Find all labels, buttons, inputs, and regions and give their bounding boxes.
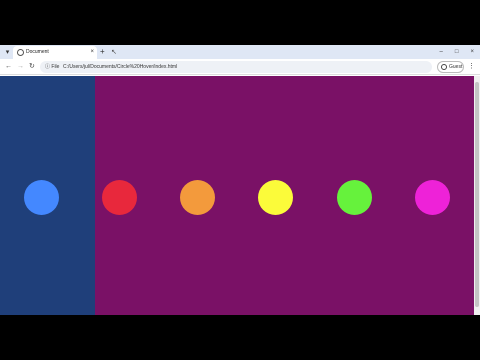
forward-button[interactable]: → xyxy=(17,62,24,72)
scrollbar-thumb[interactable] xyxy=(475,82,479,307)
minimize-button[interactable]: – xyxy=(440,47,443,57)
circle-blue[interactable] xyxy=(24,180,59,215)
new-tab-button[interactable]: + xyxy=(100,47,105,57)
vertical-scrollbar[interactable] xyxy=(474,76,480,315)
browser-window: ▾ Document × + ↖ – □ × ← → ↻ ⓘ File C:/U… xyxy=(0,45,480,315)
site-info-label[interactable]: ⓘ File xyxy=(45,63,59,71)
address-bar[interactable]: ⓘ File C:/Users/jul/Documents/Circle%20H… xyxy=(40,61,432,73)
url-text[interactable]: C:/Users/jul/Documents/Circle%20Hover/in… xyxy=(63,63,177,71)
circle-magenta[interactable] xyxy=(415,180,450,215)
page-viewport xyxy=(0,76,474,315)
circle-orange[interactable] xyxy=(180,180,215,215)
tab-document[interactable]: Document × xyxy=(13,46,97,59)
tab-search-button[interactable]: ▾ xyxy=(3,48,12,57)
guest-profile-button[interactable]: Guest xyxy=(437,61,464,73)
maximize-button[interactable]: □ xyxy=(455,47,459,57)
browser-menu-icon[interactable]: ⋮ xyxy=(468,62,475,72)
circle-green[interactable] xyxy=(337,180,372,215)
globe-icon xyxy=(17,49,24,56)
tab-title: Document xyxy=(26,49,49,55)
circle-red[interactable] xyxy=(102,180,137,215)
guest-label: Guest xyxy=(449,64,463,70)
tab-strip: ▾ Document × + ↖ – □ × xyxy=(0,45,480,59)
reload-button[interactable]: ↻ xyxy=(29,62,35,72)
back-button[interactable]: ← xyxy=(5,62,12,72)
tab-close-icon[interactable]: × xyxy=(90,48,94,57)
mouse-cursor-icon: ↖ xyxy=(111,49,117,56)
close-window-button[interactable]: × xyxy=(470,47,474,57)
browser-toolbar: ← → ↻ ⓘ File C:/Users/jul/Documents/Circ… xyxy=(0,59,480,75)
window-controls: – □ × xyxy=(440,47,474,57)
circle-yellow[interactable] xyxy=(258,180,293,215)
profile-icon xyxy=(441,64,447,70)
